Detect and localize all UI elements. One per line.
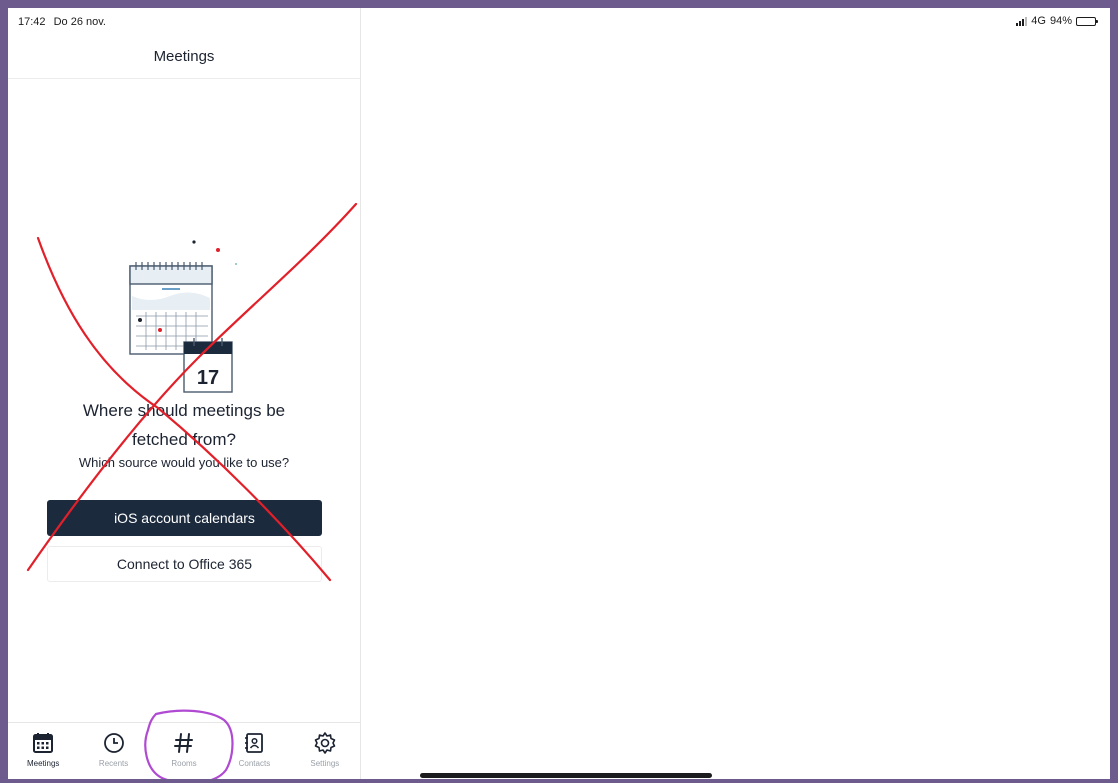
empty-state-heading: Where should meetings be fetched from? xyxy=(8,396,360,454)
tab-label: Settings xyxy=(310,759,340,768)
empty-state-subheading: Which source would you like to use? xyxy=(78,455,290,470)
meetings-panel: Meetings 17 Where should meetings be fet… xyxy=(8,8,361,779)
tab-meetings[interactable]: Meetings xyxy=(8,723,78,779)
tab-label: Recents xyxy=(98,759,129,768)
hash-icon xyxy=(174,733,194,753)
connect-office-365-button[interactable]: Connect to Office 365 xyxy=(47,546,322,582)
battery-percent: 94% xyxy=(1049,15,1072,27)
heading-line-2: fetched from? xyxy=(132,430,236,449)
clock-icon xyxy=(103,733,124,753)
tab-recents[interactable]: Recents xyxy=(78,723,148,779)
gear-icon xyxy=(314,732,336,754)
calendar-illustration-icon: 17 xyxy=(129,240,237,393)
tab-settings[interactable]: Settings xyxy=(290,723,360,779)
contacts-book-icon xyxy=(245,733,264,753)
ipad-screen: 17:42 Do 26 nov. 4G 94% Meetings 17 Wher… xyxy=(8,8,1110,779)
page-title: Meetings xyxy=(153,48,215,65)
tab-label: Meetings xyxy=(26,759,60,768)
tab-label: Contacts xyxy=(238,759,271,768)
tab-rooms[interactable]: Rooms xyxy=(149,723,219,779)
signal-icon xyxy=(1016,16,1028,26)
tab-contacts[interactable]: Contacts xyxy=(219,723,289,779)
home-indicator[interactable] xyxy=(420,773,712,778)
ios-account-calendars-button[interactable]: iOS account calendars xyxy=(47,500,322,536)
tab-label: Rooms xyxy=(171,759,197,768)
heading-line-1: Where should meetings be xyxy=(82,401,286,420)
nav-divider xyxy=(8,78,360,79)
status-bar-right: 4G 94% xyxy=(1016,15,1098,27)
network-type: 4G xyxy=(1031,15,1046,27)
tab-bar: Meetings Recents Rooms Contacts Settings xyxy=(8,722,360,779)
calendar-icon xyxy=(33,733,54,753)
battery-icon xyxy=(1076,16,1098,26)
calendar-day-number: 17 xyxy=(197,367,219,389)
